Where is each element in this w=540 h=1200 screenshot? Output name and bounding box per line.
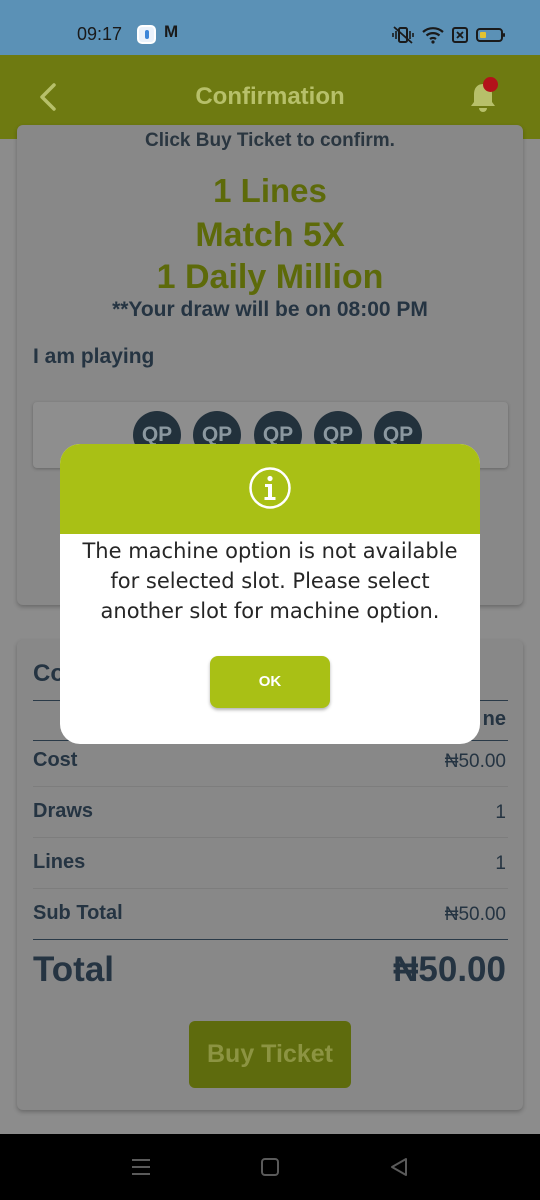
column-header: ne xyxy=(482,708,506,730)
game-summary: Match 5X xyxy=(195,216,345,254)
status-icons xyxy=(392,25,506,45)
page-title: Confirmation xyxy=(195,83,345,110)
cost-row-label: Cost xyxy=(33,749,78,771)
draws-row-value: 1 xyxy=(495,802,506,823)
subtotal-row-label: Sub Total xyxy=(33,902,123,924)
row-divider xyxy=(33,837,508,838)
ok-button[interactable]: OK xyxy=(210,656,330,708)
menu-icon[interactable] xyxy=(131,1157,151,1177)
vibrate-icon xyxy=(392,26,414,44)
status-bar: 09:17 M xyxy=(0,0,540,55)
total-value: ₦50.00 xyxy=(393,950,506,989)
app-notification-icon xyxy=(137,25,156,44)
total-label: Total xyxy=(33,950,115,989)
mail-icon: M xyxy=(164,22,179,41)
divider xyxy=(33,939,508,940)
app-screen: 09:17 M Confirmation Click Buy Ticket to… xyxy=(0,0,540,1200)
playing-label: I am playing xyxy=(33,345,155,368)
lines-row-value: 1 xyxy=(495,853,506,874)
wifi-icon xyxy=(422,26,444,44)
draws-summary: 1 Daily Million xyxy=(156,258,384,296)
home-icon[interactable] xyxy=(260,1157,280,1177)
draw-time-info: **Your draw will be on 08:00 PM xyxy=(112,298,428,321)
sim-icon xyxy=(452,27,468,43)
dialog-message: The machine option is not available for … xyxy=(82,539,458,623)
buy-ticket-button[interactable]: Buy Ticket xyxy=(189,1021,351,1088)
cost-row-value: ₦50.00 xyxy=(444,751,506,772)
status-time: 09:17 xyxy=(77,24,123,44)
battery-icon xyxy=(476,27,506,43)
lines-row-label: Lines xyxy=(33,851,86,873)
dialog-header xyxy=(60,444,480,534)
row-divider xyxy=(33,888,508,889)
lines-summary: 1 Lines xyxy=(213,172,327,209)
subtotal-row-value: ₦50.00 xyxy=(444,904,506,925)
system-nav-bar xyxy=(0,1134,540,1200)
row-divider xyxy=(33,786,508,787)
info-icon xyxy=(249,467,291,509)
draws-row-label: Draws xyxy=(33,800,94,822)
notification-badge xyxy=(483,77,498,92)
confirm-instruction: Click Buy Ticket to confirm. xyxy=(145,130,395,151)
alert-dialog: The machine option is not available for … xyxy=(60,444,480,744)
back-triangle-icon[interactable] xyxy=(388,1156,410,1178)
